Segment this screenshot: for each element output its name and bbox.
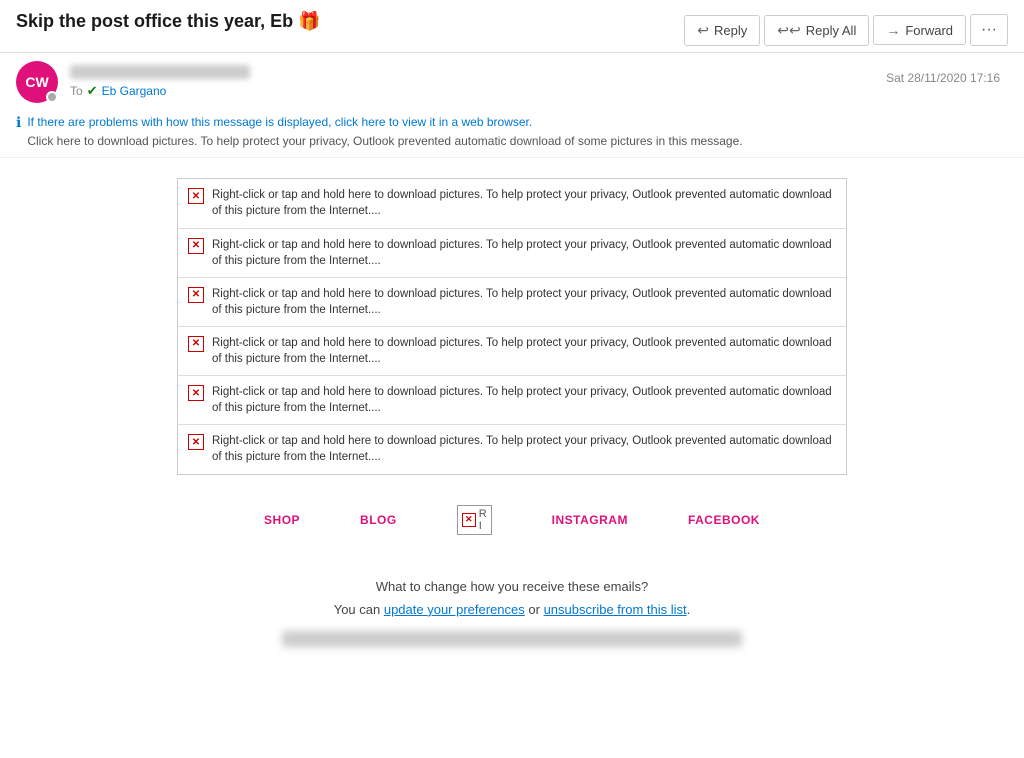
broken-image-icon-5: ✕ [188, 385, 204, 401]
update-preferences-link[interactable]: update your preferences [384, 602, 525, 617]
reply-all-label: Reply All [806, 23, 857, 38]
footer-link-instagram[interactable]: INSTAGRAM [552, 513, 628, 527]
bottom-text-line2: You can update your preferences or unsub… [16, 598, 1008, 621]
image-placeholder-row[interactable]: ✕ Right-click or tap and hold here to do… [178, 327, 846, 376]
image-placeholder-text-4: Right-click or tap and hold here to down… [212, 335, 836, 367]
footer-img-text: RI [479, 508, 487, 532]
info-line2[interactable]: Click here to download pictures. To help… [27, 132, 742, 151]
reply-all-button[interactable]: ↩↩ Reply All [764, 15, 869, 46]
info-icon: ℹ [16, 114, 21, 131]
image-placeholder-row[interactable]: ✕ Right-click or tap and hold here to do… [178, 376, 846, 425]
avatar: CW [16, 61, 58, 103]
footer-link-facebook[interactable]: FACEBOOK [688, 513, 760, 527]
forward-label: Forward [905, 23, 953, 38]
info-text: If there are problems with how this mess… [27, 113, 742, 151]
bottom-text-middle: or [525, 602, 544, 617]
image-placeholder-text-5: Right-click or tap and hold here to down… [212, 384, 836, 416]
bottom-text: What to change how you receive these ema… [16, 555, 1008, 632]
image-placeholder-row[interactable]: ✕ Right-click or tap and hold here to do… [178, 179, 846, 228]
more-icon: ··· [981, 21, 997, 38]
sender-row: CW To ✔ Eb Gargano Sat 28/11/2020 17:16 [0, 53, 1024, 107]
reply-label: Reply [714, 23, 747, 38]
reply-button[interactable]: ↩ Reply [684, 15, 760, 46]
image-placeholder-row[interactable]: ✕ Right-click or tap and hold here to do… [178, 425, 846, 473]
image-placeholder-row[interactable]: ✕ Right-click or tap and hold here to do… [178, 278, 846, 327]
image-placeholder-text-6: Right-click or tap and hold here to down… [212, 433, 836, 465]
info-bar: ℹ If there are problems with how this me… [0, 107, 1024, 158]
email-date: Sat 28/11/2020 17:16 [886, 71, 1000, 85]
unsubscribe-link[interactable]: unsubscribe from this list [544, 602, 687, 617]
sender-info: To ✔ Eb Gargano [70, 65, 874, 99]
email-header: Skip the post office this year, Eb 🎁 ↩ R… [0, 0, 1024, 53]
blurred-address-bar [282, 631, 742, 647]
bottom-text-line1: What to change how you receive these ema… [16, 575, 1008, 598]
image-placeholder-text-2: Right-click or tap and hold here to down… [212, 237, 836, 269]
broken-image-icon-4: ✕ [188, 336, 204, 352]
footer-image-placeholder[interactable]: ✕ RI [457, 505, 492, 535]
info-line1[interactable]: If there are problems with how this mess… [27, 113, 742, 132]
reply-all-icon: ↩↩ [777, 22, 800, 39]
to-label: To [70, 84, 83, 98]
footer-broken-icon: ✕ [462, 513, 476, 527]
footer-link-shop[interactable]: SHOP [264, 513, 300, 527]
action-buttons: ↩ Reply ↩↩ Reply All → Forward ··· [684, 14, 1008, 46]
image-placeholder-text-3: Right-click or tap and hold here to down… [212, 286, 836, 318]
reply-icon: ↩ [697, 22, 709, 39]
email-subject: Skip the post office this year, Eb 🎁 [16, 10, 684, 33]
broken-image-icon-2: ✕ [188, 238, 204, 254]
forward-button[interactable]: → Forward [873, 15, 966, 45]
image-placeholders-block: ✕ Right-click or tap and hold here to do… [177, 178, 847, 474]
verified-icon: ✔ [87, 83, 98, 99]
broken-image-icon-6: ✕ [188, 434, 204, 450]
to-row: To ✔ Eb Gargano [70, 83, 874, 99]
broken-image-icon-1: ✕ [188, 188, 204, 204]
sender-name [70, 65, 250, 79]
recipient-name: Eb Gargano [102, 84, 167, 98]
footer-link-blog[interactable]: BLOG [360, 513, 397, 527]
more-button[interactable]: ··· [970, 14, 1008, 46]
broken-image-icon-3: ✕ [188, 287, 204, 303]
forward-icon: → [886, 22, 900, 38]
bottom-text-before: You can [334, 602, 384, 617]
footer-nav: SHOP BLOG ✕ RI INSTAGRAM FACEBOOK [16, 485, 1008, 555]
image-placeholder-text-1: Right-click or tap and hold here to down… [212, 187, 836, 219]
email-body: ✕ Right-click or tap and hold here to do… [0, 158, 1024, 667]
image-placeholder-row[interactable]: ✕ Right-click or tap and hold here to do… [178, 229, 846, 278]
bottom-text-after: . [687, 602, 691, 617]
avatar-badge [46, 91, 58, 103]
